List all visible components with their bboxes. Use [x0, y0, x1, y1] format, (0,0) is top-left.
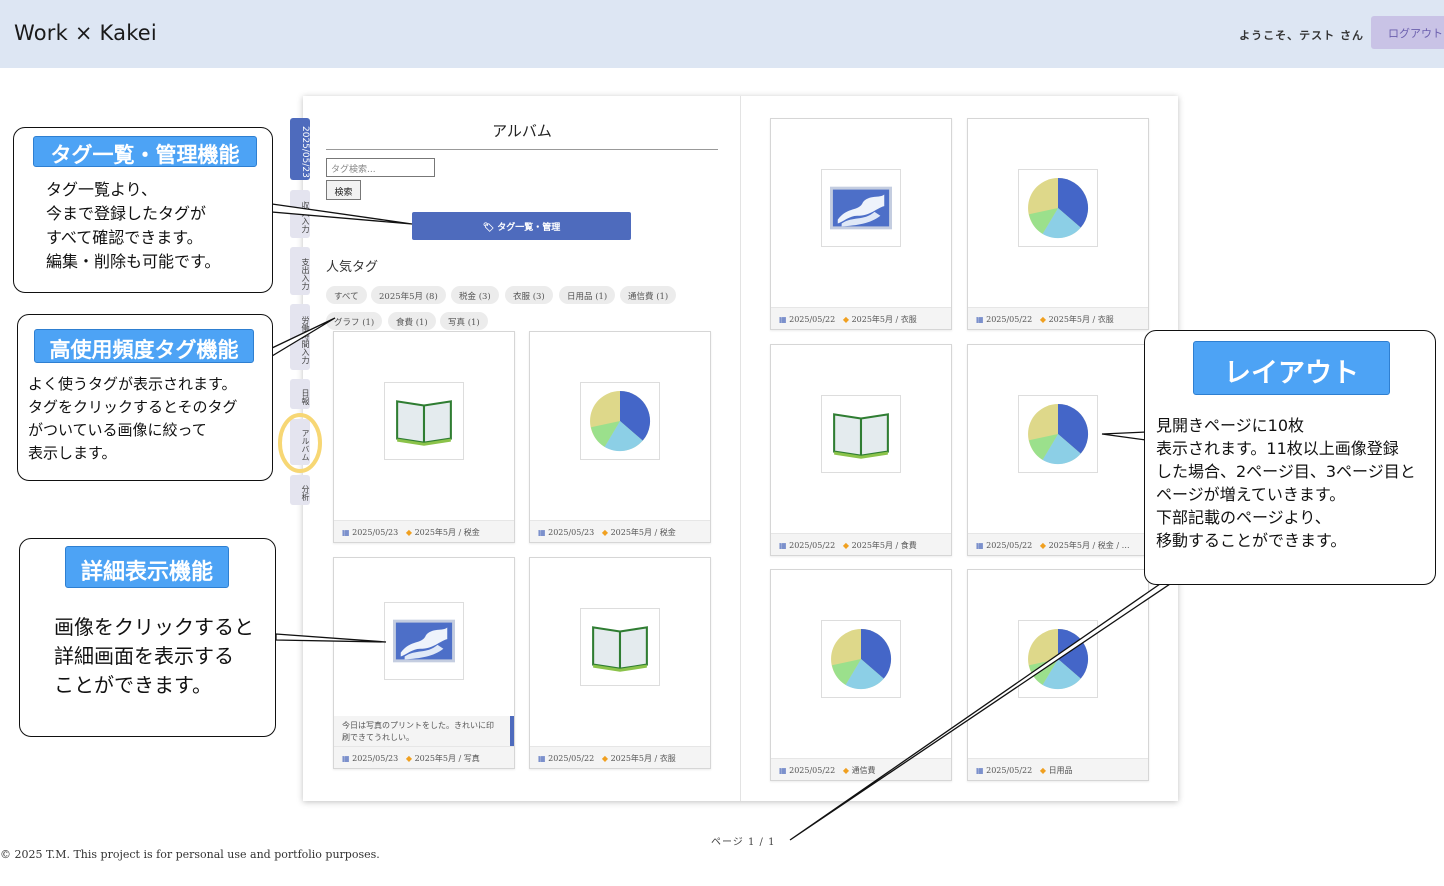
card-footer: ▦ 2025/05/23 ◆ 2025年5月 / 写真 [334, 746, 514, 768]
page-indicator[interactable]: ページ 1 / 1 [711, 833, 775, 848]
card-footer: ▦ 2025/05/22 ◆ 2025年5月 / 食費 [771, 533, 951, 555]
tag-icon: ◆ [842, 541, 850, 550]
callout-title: レイアウト [1193, 341, 1390, 395]
tag-icon: ◆ [1039, 315, 1047, 324]
card-footer: ▦ 2025/05/22 ◆ 2025年5月 / 衣服 [968, 307, 1148, 329]
tab-analysis[interactable]: 分析 [290, 475, 310, 505]
callout-body: 見開きページに10枚 表示されます。11枚以上画像登録 した場合、2ページ目、3… [1156, 416, 1416, 550]
tag-icon: ◆ [842, 766, 850, 775]
tag-chip[interactable]: 2025年5月 (8) [371, 286, 446, 304]
photo-icon[interactable] [821, 169, 901, 247]
calendar-icon: ▦ [538, 528, 546, 537]
card-footer: ▦ 2025/05/22 ◆ 2025年5月 / 衣服 [530, 746, 710, 768]
calendar-icon: ▦ [976, 541, 984, 550]
card-footer: ▦ 2025/05/22 ◆ 2025年5月 / 税金 / … [968, 533, 1148, 555]
tag-chip[interactable]: 通信費 (1) [620, 286, 677, 304]
album-card[interactable]: ▦ 2025/05/22 ◆ 2025年5月 / 衣服 [967, 118, 1149, 330]
tag-icon: ◆ [1039, 766, 1047, 775]
callout-body: タグ一覧より、 今まで登録したタグが すべて確認できます。 編集・削除も可能です… [46, 180, 221, 271]
album-card[interactable]: ▦ 2025/05/22 ◆ 日用品 [967, 569, 1149, 781]
tag-icon: ◆ [1039, 541, 1047, 550]
photo-icon[interactable] [384, 602, 464, 680]
tag-manage-button[interactable]: 🏷 タグ一覧・管理 [412, 212, 631, 240]
callout-tag-manage: タグ一覧・管理機能 タグ一覧より、 今まで登録したタグが すべて確認できます。 … [13, 127, 273, 293]
tag-chip[interactable]: 日用品 (1) [559, 286, 616, 304]
tab-album[interactable]: アルバム [290, 419, 310, 465]
card-footer: ▦ 2025/05/23 ◆ 2025年5月 / 税金 [530, 520, 710, 542]
album-card[interactable]: 今日は写真のプリントをした。きれいに印刷できてうれしい。 ▦ 2025/05/2… [333, 557, 515, 769]
album-card[interactable]: ▦ 2025/05/23 ◆ 2025年5月 / 税金 [333, 331, 515, 543]
card-note: 今日は写真のプリントをした。きれいに印刷できてうれしい。 [334, 716, 514, 746]
app-header: Work × Kakei ようこそ、テスト さん ログアウト [0, 0, 1444, 68]
callout-body: よく使うタグが表示されます。 タグをクリックするとそのタグ がついている画像に絞… [28, 375, 238, 462]
callout-title: 高使用頻度タグ機能 [34, 329, 254, 363]
tab-date[interactable]: 2025/05/23 [290, 118, 310, 180]
tag-icon: ◆ [601, 528, 609, 537]
card-footer: ▦ 2025/05/22 ◆ 2025年5月 / 衣服 [771, 307, 951, 329]
tab-work-hours-input[interactable]: 労働時間入力 [290, 304, 310, 370]
tag-chip[interactable]: グラフ (1) [326, 312, 383, 330]
tag-chip[interactable]: 食費 (1) [388, 312, 436, 330]
card-footer: ▦ 2025/05/23 ◆ 2025年5月 / 税金 [334, 520, 514, 542]
title-divider [326, 149, 718, 150]
book-spine [740, 96, 741, 801]
calendar-icon: ▦ [779, 766, 787, 775]
callout-body: 画像をクリックすると 詳細画面を表示する ことができます。 [54, 615, 254, 697]
tab-daily-report[interactable]: 日報 [290, 379, 310, 409]
app-title[interactable]: Work × Kakei [14, 21, 157, 45]
calendar-icon: ▦ [976, 766, 984, 775]
tag-icon: ◆ [405, 528, 413, 537]
callout-layout: レイアウト 見開きページに10枚 表示されます。11枚以上画像登録 した場合、2… [1144, 330, 1436, 585]
calendar-icon: ▦ [538, 754, 546, 763]
logout-button[interactable]: ログアウト [1371, 16, 1444, 49]
pie-chart-icon[interactable] [1018, 395, 1098, 473]
popular-tags-heading: 人気タグ [326, 260, 379, 275]
album-card[interactable]: ▦ 2025/05/23 ◆ 2025年5月 / 税金 [529, 331, 711, 543]
welcome-text: ようこそ、テスト さん [1239, 29, 1364, 42]
pie-chart-icon[interactable] [1018, 169, 1098, 247]
book-icon[interactable] [384, 382, 464, 460]
calendar-icon: ▦ [976, 315, 984, 324]
tag-search-input[interactable]: タグ検索... [326, 158, 435, 177]
album-card[interactable]: ▦ 2025/05/22 ◆ 2025年5月 / 衣服 [770, 118, 952, 330]
tag-icon: ◆ [405, 754, 413, 763]
tag-icon: ◆ [601, 754, 609, 763]
calendar-icon: ▦ [342, 754, 350, 763]
tag-icon: ◆ [842, 315, 850, 324]
tab-expense-input[interactable]: 支出入力 [290, 247, 310, 295]
footer-text: © 2025 T.M. This project is for personal… [0, 848, 380, 861]
callout-title: タグ一覧・管理機能 [33, 136, 257, 167]
calendar-icon: ▦ [779, 541, 787, 550]
pie-chart-icon[interactable] [580, 382, 660, 460]
page-title: アルバム [492, 122, 552, 140]
pie-chart-icon[interactable] [1018, 620, 1098, 698]
tab-income-input[interactable]: 収入入力 [290, 190, 310, 238]
search-button[interactable]: 検索 [326, 180, 361, 200]
album-card[interactable]: ▦ 2025/05/22 ◆ 通信費 [770, 569, 952, 781]
tag-chip[interactable]: 写真 (1) [440, 312, 488, 330]
card-footer: ▦ 2025/05/22 ◆ 日用品 [968, 758, 1148, 780]
card-footer: ▦ 2025/05/22 ◆ 通信費 [771, 758, 951, 780]
album-card[interactable]: ▦ 2025/05/22 ◆ 2025年5月 / 税金 / … [967, 344, 1149, 556]
book-icon[interactable] [580, 608, 660, 686]
album-card[interactable]: ▦ 2025/05/22 ◆ 2025年5月 / 食費 [770, 344, 952, 556]
tag-chip[interactable]: 税金 (3) [451, 286, 499, 304]
callout-title: 詳細表示機能 [65, 546, 229, 588]
book-icon[interactable] [821, 395, 901, 473]
calendar-icon: ▦ [779, 315, 787, 324]
album-card[interactable]: ▦ 2025/05/22 ◆ 2025年5月 / 衣服 [529, 557, 711, 769]
callout-detail-view: 詳細表示機能 画像をクリックすると 詳細画面を表示する ことができます。 [19, 538, 276, 737]
pie-chart-icon[interactable] [821, 620, 901, 698]
tag-chip[interactable]: すべて [326, 286, 367, 304]
tag-chip[interactable]: 衣服 (3) [505, 286, 553, 304]
callout-popular-tags: 高使用頻度タグ機能 よく使うタグが表示されます。 タグをクリックするとそのタグ … [17, 314, 273, 481]
calendar-icon: ▦ [342, 528, 350, 537]
